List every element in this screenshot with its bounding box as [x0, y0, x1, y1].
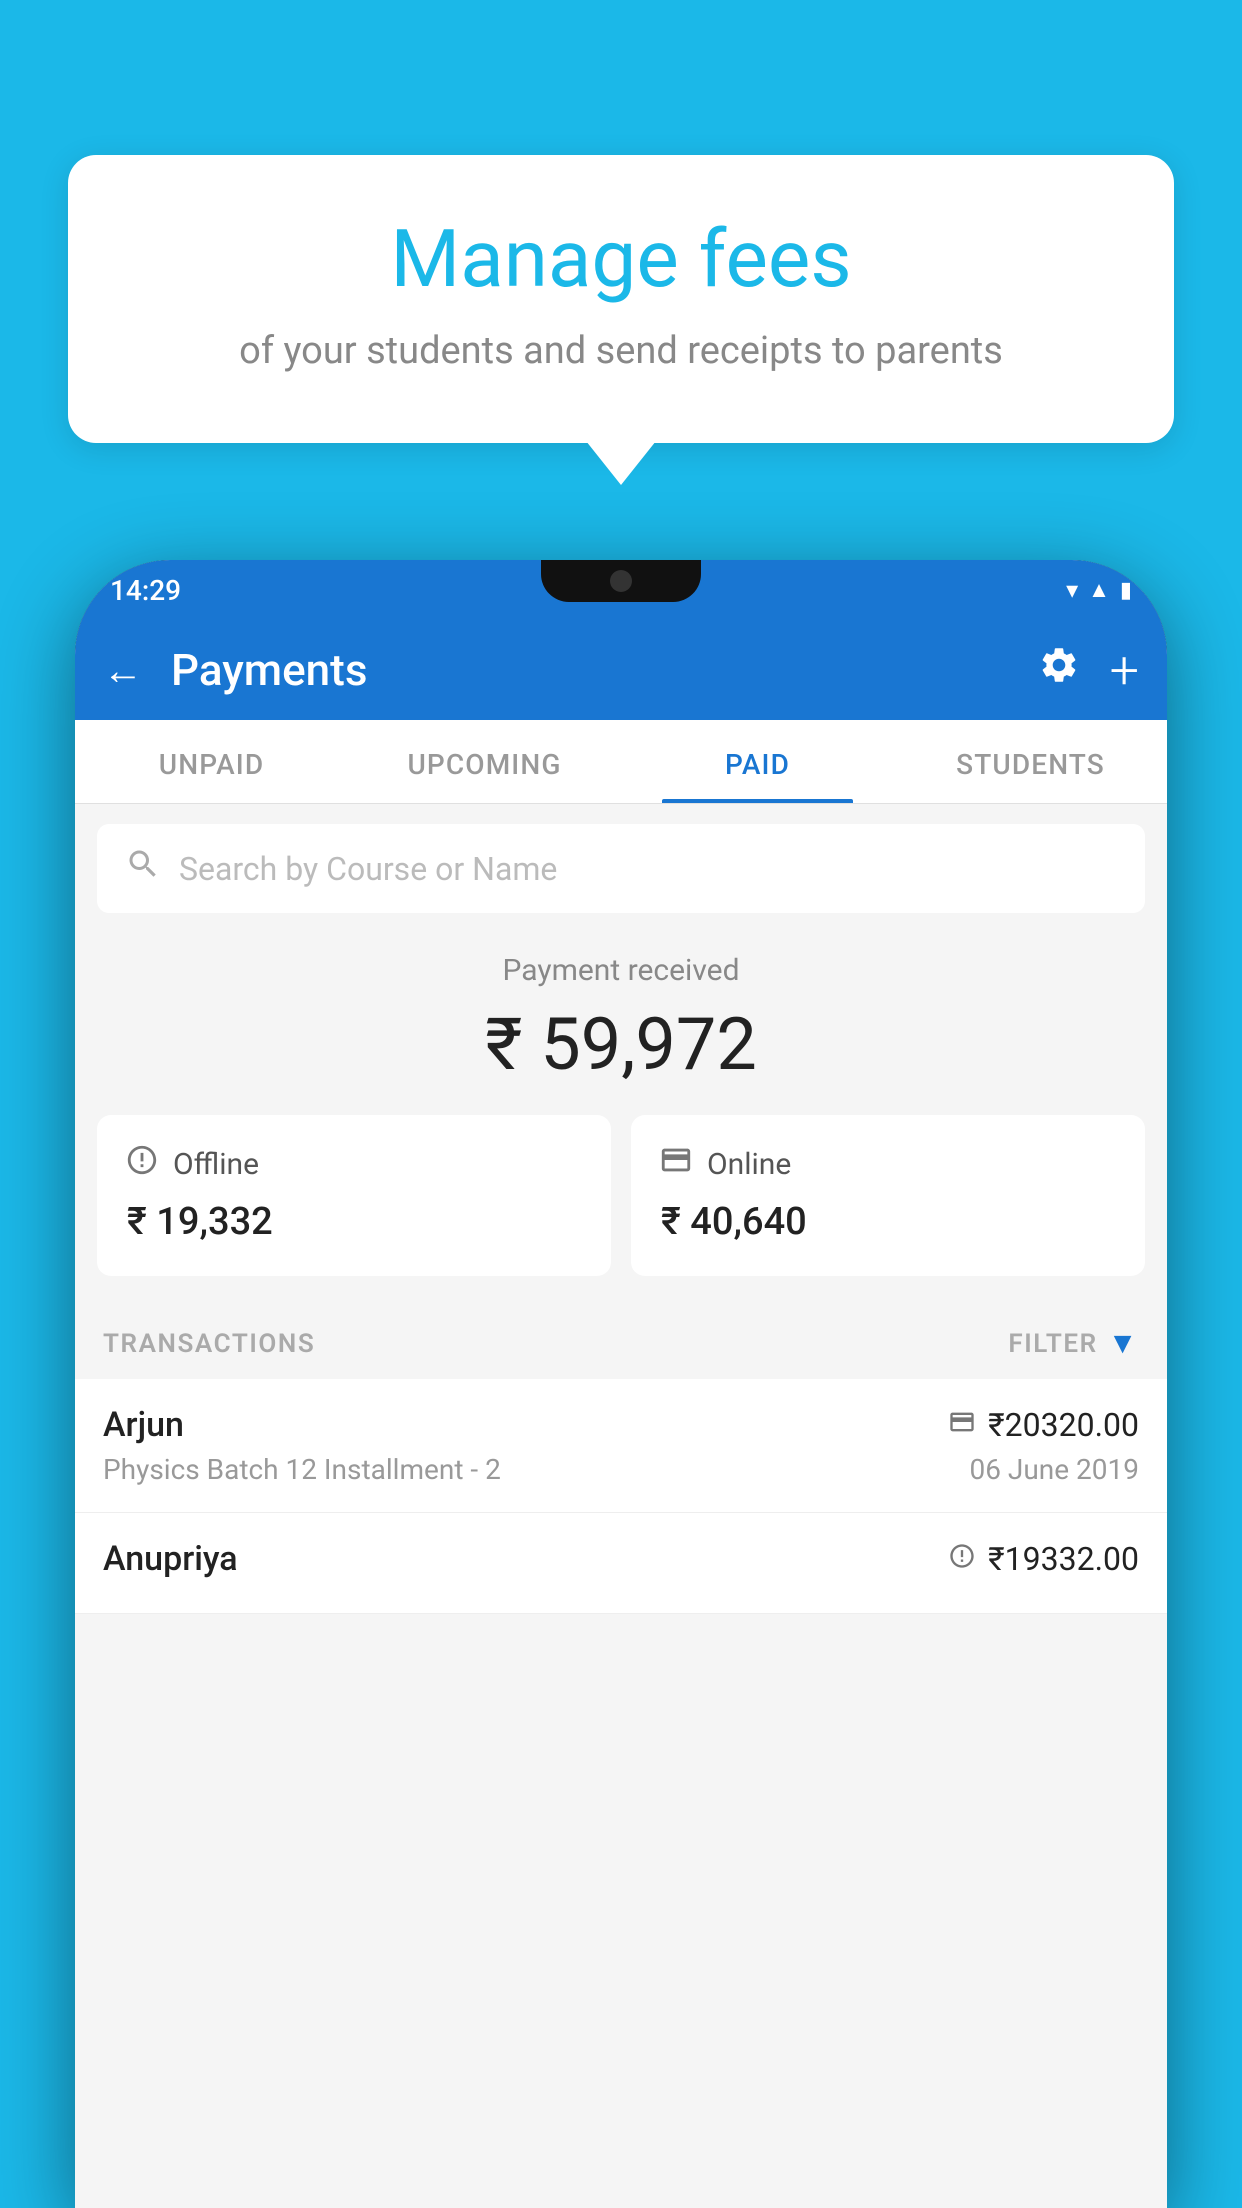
tabs-bar: UNPAID UPCOMING PAID STUDENTS — [75, 720, 1167, 804]
payment-received-section: Payment received ₹ 59,972 — [75, 913, 1167, 1115]
app-bar-title: Payments — [171, 644, 1010, 696]
transaction-amount-wrap: ₹20320.00 — [948, 1406, 1139, 1444]
transaction-row[interactable]: Anupriya ₹19332.00 — [75, 1513, 1167, 1614]
search-bar[interactable]: Search by Course or Name — [97, 824, 1145, 913]
transaction-row-top: Anupriya ₹19332.00 — [103, 1539, 1139, 1579]
payment-received-amount: ₹ 59,972 — [103, 1002, 1139, 1087]
offline-icon — [125, 1143, 159, 1186]
phone-frame: 14:29 ▾ ▲ ▮ ← Payments + — [75, 560, 1167, 2208]
transaction-description: Physics Batch 12 Installment - 2 — [103, 1453, 501, 1486]
settings-icon[interactable] — [1038, 644, 1080, 696]
transaction-row-bottom: Physics Batch 12 Installment - 2 06 June… — [103, 1453, 1139, 1486]
phone-screen: 14:29 ▾ ▲ ▮ ← Payments + — [75, 560, 1167, 2208]
online-label: Online — [707, 1147, 791, 1182]
online-card-header: Online — [659, 1143, 1117, 1186]
transaction-list: Arjun ₹20320.00 Physics Batch 12 Install… — [75, 1379, 1167, 1614]
content-area: Search by Course or Name Payment receive… — [75, 804, 1167, 1614]
tab-unpaid[interactable]: UNPAID — [75, 720, 348, 803]
bubble-subtitle: of your students and send receipts to pa… — [123, 325, 1119, 378]
search-icon — [125, 846, 161, 891]
app-bar: ← Payments + — [75, 620, 1167, 720]
transaction-row[interactable]: Arjun ₹20320.00 Physics Batch 12 Install… — [75, 1379, 1167, 1513]
transaction-date: 06 June 2019 — [969, 1453, 1139, 1486]
transactions-header: TRANSACTIONS FILTER ▼ — [75, 1304, 1167, 1379]
filter-button[interactable]: FILTER ▼ — [1008, 1326, 1139, 1361]
bubble-title: Manage fees — [123, 215, 1119, 303]
transaction-name: Arjun — [103, 1405, 184, 1445]
transaction-amount-wrap: ₹19332.00 — [948, 1540, 1139, 1578]
filter-icon: ▼ — [1108, 1326, 1139, 1361]
card-payment-icon — [948, 1408, 976, 1443]
back-button[interactable]: ← — [103, 647, 143, 694]
speech-bubble: Manage fees of your students and send re… — [68, 155, 1174, 443]
transaction-row-top: Arjun ₹20320.00 — [103, 1405, 1139, 1445]
status-time: 14:29 — [110, 574, 181, 607]
transaction-amount: ₹19332.00 — [988, 1540, 1139, 1578]
tab-students[interactable]: STUDENTS — [894, 720, 1167, 803]
search-input[interactable]: Search by Course or Name — [179, 850, 1117, 888]
payment-received-label: Payment received — [103, 953, 1139, 988]
signal-icon: ▲ — [1088, 577, 1110, 603]
wifi-icon: ▾ — [1066, 576, 1078, 604]
tab-paid[interactable]: PAID — [621, 720, 894, 803]
app-bar-actions: + — [1038, 640, 1139, 701]
online-icon — [659, 1143, 693, 1186]
status-icons: ▾ ▲ ▮ — [1066, 576, 1132, 604]
offline-card: Offline ₹ 19,332 — [97, 1115, 611, 1276]
add-button[interactable]: + — [1110, 640, 1139, 701]
battery-icon: ▮ — [1120, 578, 1132, 603]
front-camera — [610, 570, 632, 592]
transaction-amount: ₹20320.00 — [988, 1406, 1139, 1444]
cash-payment-icon — [948, 1542, 976, 1577]
payment-cards: Offline ₹ 19,332 Online ₹ 40,640 — [75, 1115, 1167, 1304]
tab-upcoming[interactable]: UPCOMING — [348, 720, 621, 803]
offline-label: Offline — [173, 1147, 259, 1182]
online-card: Online ₹ 40,640 — [631, 1115, 1145, 1276]
transaction-name: Anupriya — [103, 1539, 238, 1579]
offline-amount: ₹ 19,332 — [125, 1200, 583, 1244]
filter-label: FILTER — [1008, 1329, 1097, 1359]
online-amount: ₹ 40,640 — [659, 1200, 1117, 1244]
offline-card-header: Offline — [125, 1143, 583, 1186]
phone-notch — [541, 560, 701, 602]
transactions-label: TRANSACTIONS — [103, 1329, 315, 1359]
